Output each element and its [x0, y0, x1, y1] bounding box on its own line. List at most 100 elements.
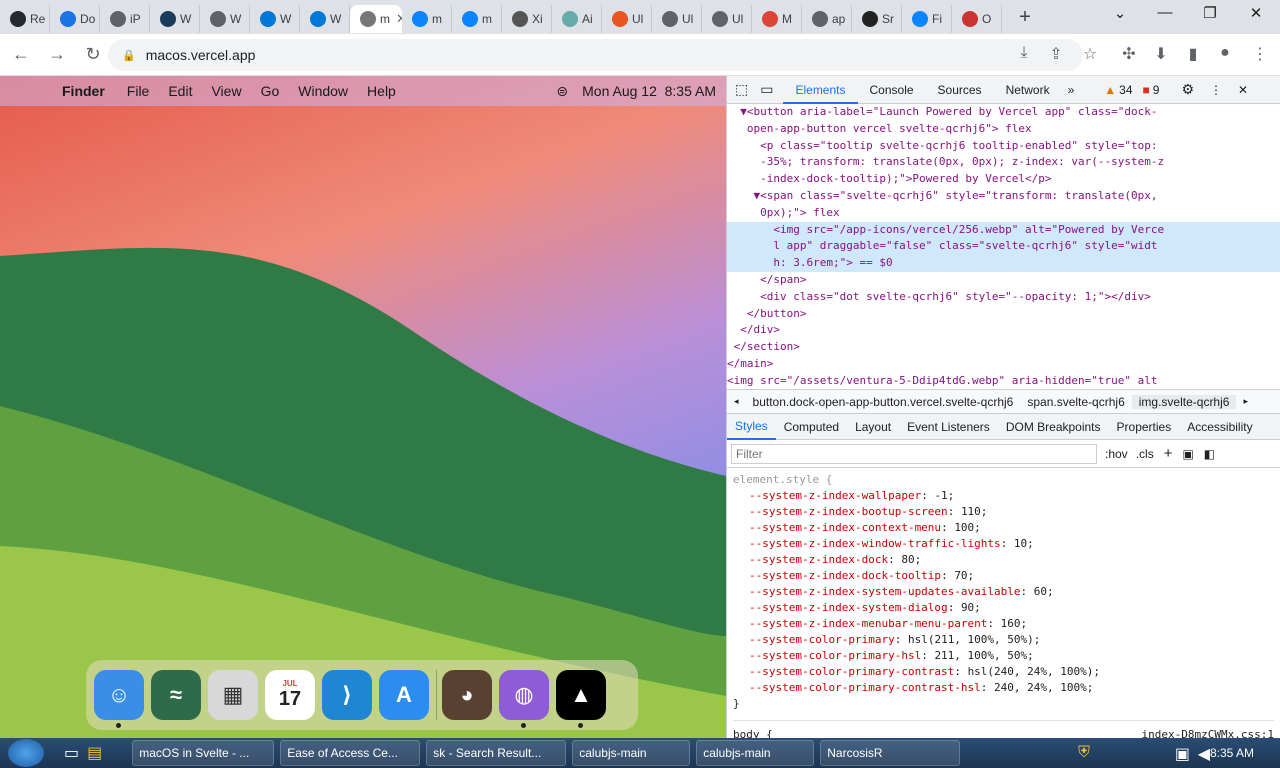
style-declaration[interactable]: --system-color-primary: hsl(211, 100%, 5…	[733, 632, 1274, 648]
dom-node-line[interactable]: h: 3.6rem;"> == $0	[727, 255, 1280, 272]
install-icon[interactable]: ⤓	[1012, 44, 1036, 62]
dom-node-line[interactable]: </button>	[727, 306, 1280, 323]
dom-node-line[interactable]: open-app-button vercel svelte-qcrhj6"> f…	[727, 121, 1280, 138]
cls-toggle[interactable]: .cls	[1136, 447, 1154, 461]
taskbar-window-button[interactable]: macOS in Svelte - ...	[132, 740, 275, 766]
tab-sources[interactable]: Sources	[926, 76, 994, 104]
sidebar-tab-event-listeners[interactable]: Event Listeners	[899, 420, 998, 434]
styles-filter-input[interactable]	[731, 443, 1097, 464]
menu-edit[interactable]: Edit	[168, 83, 192, 99]
bookmark-star-icon[interactable]: ☆	[1078, 44, 1102, 64]
dom-node-line[interactable]: </section>	[727, 339, 1280, 356]
dock-app-github[interactable]: ◍	[499, 670, 549, 728]
dock-app-vscode[interactable]: ⟩	[322, 670, 372, 720]
breadcrumb-left-icon[interactable]: ◂	[727, 396, 746, 407]
style-declaration[interactable]: --system-z-index-dock-tooltip: 70;	[733, 568, 1274, 584]
new-tab-button[interactable]: +	[1010, 6, 1040, 29]
element-style-selector[interactable]: element.style {	[733, 472, 1274, 488]
dom-node-line[interactable]: <p class="tooltip svelte-qcrhj6 tooltip-…	[727, 138, 1280, 155]
menu-help[interactable]: Help	[367, 83, 396, 99]
address-bar[interactable]: 🔒 macos.vercel.app	[108, 39, 1083, 71]
breadcrumb-span[interactable]: span.svelte-qcrhj6	[1020, 395, 1131, 409]
browser-tab[interactable]: M	[752, 5, 802, 33]
volume-icon[interactable]: ◀	[1198, 744, 1210, 764]
style-declaration[interactable]: --system-z-index-system-dialog: 90;	[733, 600, 1274, 616]
side-panel-icon[interactable]: ▮	[1181, 44, 1205, 64]
tab-console[interactable]: Console	[858, 76, 926, 104]
hov-toggle[interactable]: :hov	[1105, 447, 1128, 461]
browser-tab[interactable]: Ul	[652, 5, 702, 33]
tab-search-button[interactable]: ⌄	[1100, 4, 1140, 22]
taskbar-window-button[interactable]: NarcosisR	[820, 740, 961, 766]
dom-node-line[interactable]: </div>	[727, 322, 1280, 339]
tab-network[interactable]: Network	[994, 76, 1062, 104]
browser-tab[interactable]: Ul	[602, 5, 652, 33]
sidebar-tab-properties[interactable]: Properties	[1109, 420, 1180, 434]
browser-tab[interactable]: W	[250, 5, 300, 33]
taskbar-window-button[interactable]: calubjs-main	[696, 740, 815, 766]
browser-tab[interactable]: Ai	[552, 5, 602, 33]
style-declaration[interactable]: --system-z-index-bootup-screen: 110;	[733, 504, 1274, 520]
share-icon[interactable]: ⇪	[1044, 44, 1068, 64]
browser-tab[interactable]: Ul	[702, 5, 752, 33]
browser-tab[interactable]: Re	[0, 5, 50, 33]
explorer-quicklaunch-icon[interactable]: ▤	[87, 743, 102, 763]
browser-tab[interactable]: ap	[802, 5, 852, 33]
dock-app-finder[interactable]: ☺	[94, 670, 144, 728]
style-declaration[interactable]: --system-z-index-system-updates-availabl…	[733, 584, 1274, 600]
downloads-icon[interactable]: ⬇	[1149, 44, 1173, 64]
dom-node-line[interactable]: </main>	[727, 356, 1280, 373]
settings-gear-icon[interactable]: ⚙	[1181, 81, 1194, 98]
dom-node-line[interactable]: ▼<span class="svelte-qcrhj6" style="tran…	[727, 188, 1280, 205]
browser-tab[interactable]: W	[300, 5, 350, 33]
browser-tab[interactable]: W	[200, 5, 250, 33]
browser-tab[interactable]: Do	[50, 5, 100, 33]
dom-node-line[interactable]: l app" draggable="false" class="svelte-q…	[727, 238, 1280, 256]
elements-dom-tree[interactable]: ▼<button aria-label="Launch Powered by V…	[727, 104, 1280, 390]
style-declaration[interactable]: --system-z-index-dock: 80;	[733, 552, 1274, 568]
browser-tab[interactable]: m	[402, 5, 452, 33]
style-declaration[interactable]: --system-z-index-window-traffic-lights: …	[733, 536, 1274, 552]
control-center-icon[interactable]: ⊜	[556, 83, 568, 100]
dom-node-line[interactable]: -35%; transform: translate(0px, 0px); z-…	[727, 154, 1280, 171]
style-declaration[interactable]: --system-z-index-wallpaper: -1;	[733, 488, 1274, 504]
browser-tab[interactable]: m ✕	[350, 5, 402, 33]
menubar-clock[interactable]: Mon Aug 12 8:35 AM	[582, 83, 716, 99]
color-format-icon[interactable]: ▣	[1182, 447, 1193, 461]
devtools-menu-icon[interactable]: ⋮	[1210, 83, 1222, 97]
taskbar-clock[interactable]: 8:35 AM	[1210, 746, 1254, 760]
add-rule-icon[interactable]: +	[1164, 445, 1173, 462]
browser-tab[interactable]: iP	[100, 5, 150, 33]
sidebar-tab-styles[interactable]: Styles	[727, 414, 776, 440]
more-tabs-icon[interactable]: »	[1062, 83, 1081, 97]
warning-count[interactable]: 34	[1119, 83, 1132, 97]
browser-tab[interactable]: O	[952, 5, 1002, 33]
profile-avatar-icon[interactable]: ●	[1213, 44, 1237, 62]
sidebar-tab-accessibility[interactable]: Accessibility	[1179, 420, 1260, 434]
style-declaration[interactable]: --system-color-primary-contrast-hsl: 240…	[733, 680, 1274, 696]
style-declaration[interactable]: --system-z-index-context-menu: 100;	[733, 520, 1274, 536]
network-icon[interactable]: ▣	[1175, 744, 1190, 764]
active-app-name[interactable]: Finder	[62, 83, 105, 99]
dock-app-calendar[interactable]: JUL 17	[265, 670, 315, 720]
dom-node-line[interactable]: <img src="/assets/ventura-5-Ddip4tdG.web…	[727, 373, 1280, 389]
error-icon[interactable]: ■	[1143, 83, 1150, 97]
breadcrumb-img[interactable]: img.svelte-qcrhj6	[1131, 394, 1237, 409]
browser-tab[interactable]: Sr	[852, 5, 902, 33]
style-declaration[interactable]: --system-color-primary-hsl: 211, 100%, 5…	[733, 648, 1274, 664]
back-button[interactable]: ←	[6, 44, 36, 65]
menu-window[interactable]: Window	[298, 83, 348, 99]
menu-kebab-icon[interactable]: ⋮	[1248, 44, 1272, 64]
close-window-button[interactable]: ✕	[1236, 4, 1276, 22]
error-count[interactable]: 9	[1153, 83, 1160, 97]
breadcrumb-right-icon[interactable]: ▸	[1236, 396, 1255, 407]
menu-go[interactable]: Go	[261, 83, 280, 99]
sidebar-tab-layout[interactable]: Layout	[847, 420, 899, 434]
browser-tab[interactable]: Fi	[902, 5, 952, 33]
forward-button[interactable]: →	[42, 44, 72, 65]
dom-node-line[interactable]: -index-dock-tooltip);">Powered by Vercel…	[727, 171, 1280, 188]
browser-tab[interactable]: Xi	[502, 5, 552, 33]
dom-node-line[interactable]: 0px);"> flex	[727, 205, 1280, 222]
dock-app-purrfect-remedy[interactable]: ◕	[442, 670, 492, 720]
taskbar-window-button[interactable]: Ease of Access Ce...	[280, 740, 421, 766]
